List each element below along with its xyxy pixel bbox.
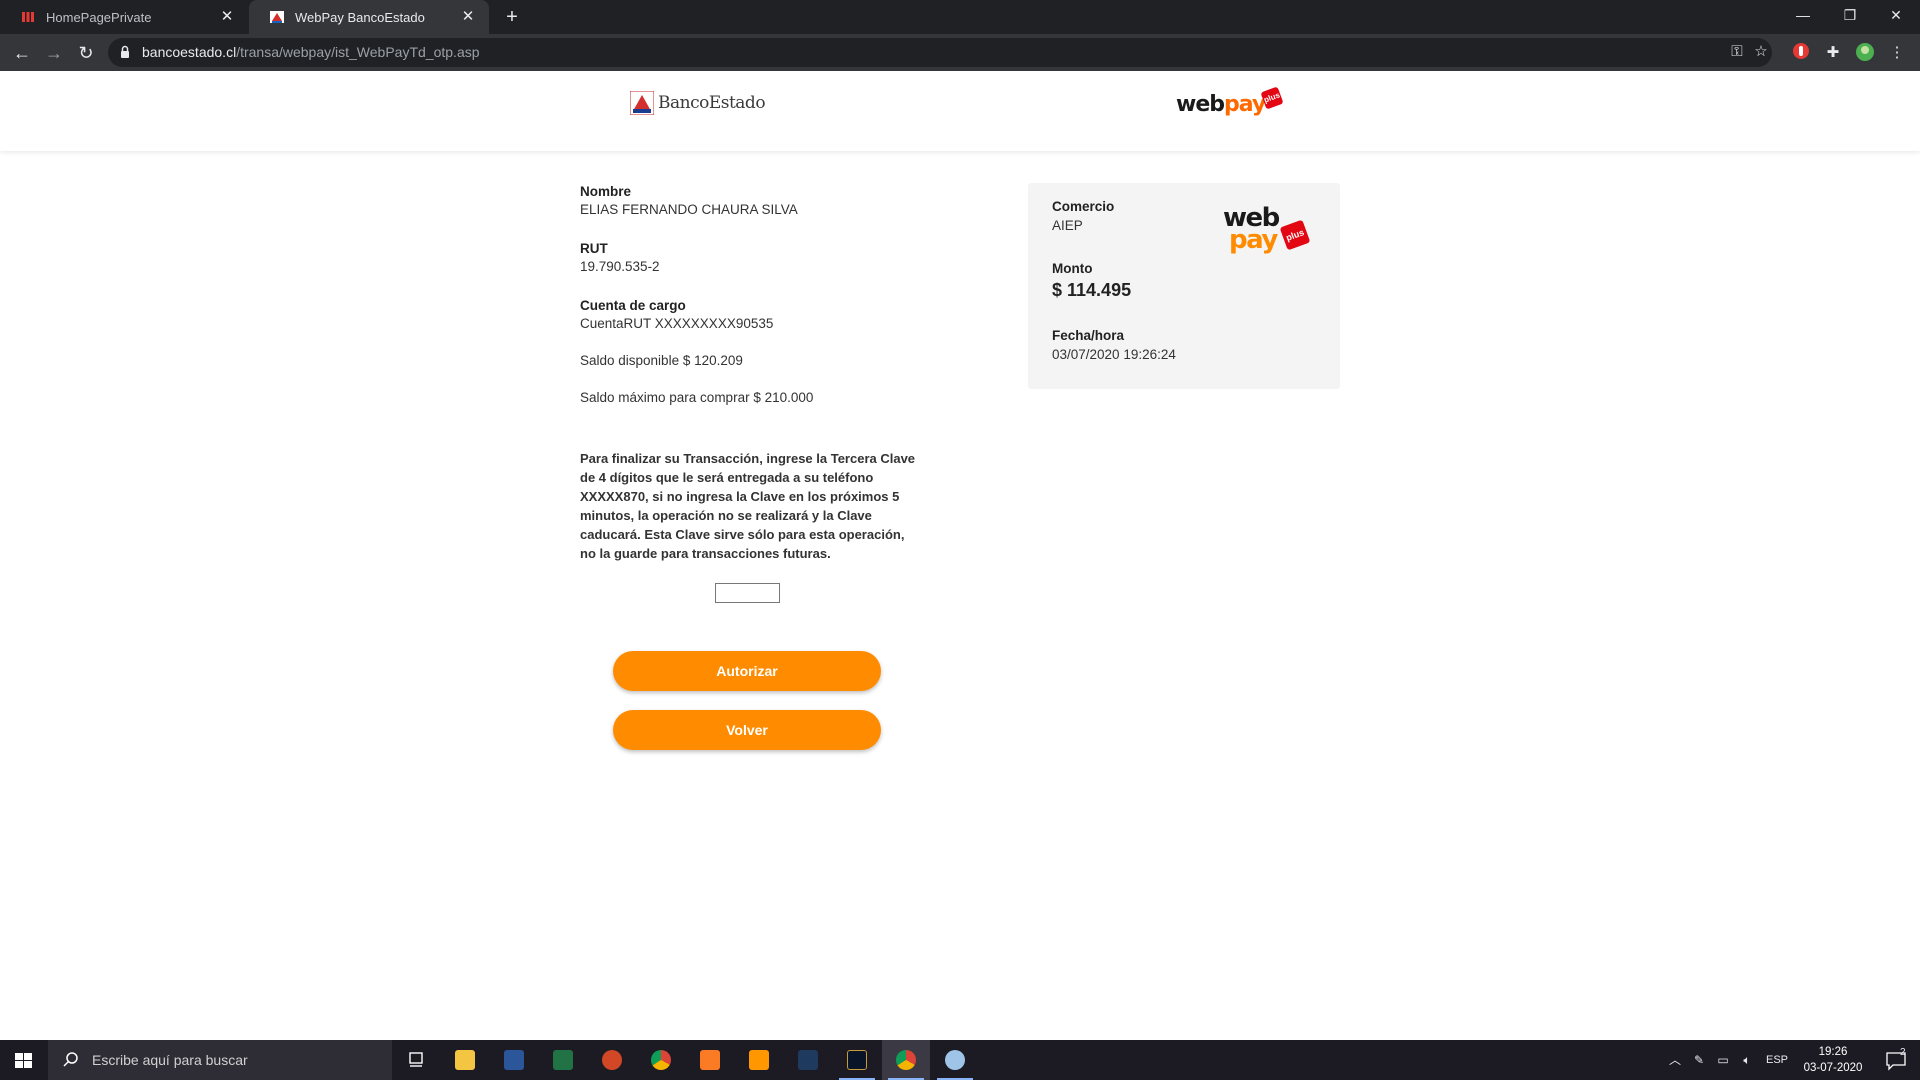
reload-button[interactable]: ↻ — [72, 39, 100, 67]
windows-logo-icon — [15, 1053, 32, 1068]
task-view-icon — [409, 1052, 423, 1067]
file-explorer-app[interactable] — [441, 1040, 489, 1080]
extension-red-icon[interactable] — [1790, 42, 1812, 64]
rut-value: 19.790.535-2 — [580, 259, 660, 274]
notification-count: 2 — [1900, 1047, 1906, 1058]
tab-title: HomePagePrivate — [46, 9, 152, 25]
chrome-app[interactable] — [637, 1040, 685, 1080]
powerpoint-app[interactable] — [588, 1040, 636, 1080]
comercio-label: Comercio — [1052, 199, 1115, 214]
pen-icon[interactable]: ✎ — [1688, 1040, 1710, 1080]
xampp-icon — [700, 1050, 720, 1070]
task-view-button[interactable] — [392, 1040, 440, 1080]
close-window-button[interactable]: ✕ — [1873, 0, 1919, 30]
cuenta-field: Cuenta de cargo CuentaRUT XXXXXXXXX90535 — [580, 298, 930, 331]
bancoestado-favicon-icon — [270, 11, 284, 23]
close-tab-icon[interactable]: ✕ — [459, 8, 477, 26]
word-icon — [504, 1050, 524, 1070]
browser-tab-strip: HomePagePrivate ✕ WebPay BancoEstado ✕ +… — [0, 0, 1920, 34]
chrome-active-app[interactable] — [882, 1040, 930, 1080]
powerpoint-icon — [602, 1050, 622, 1070]
fecha-label: Fecha/hora — [1052, 328, 1125, 343]
terminal-icon — [798, 1050, 818, 1070]
windows-taskbar: Escribe aquí para buscar ︿ ✎ ▭ 🔈︎ ESP 19… — [0, 1040, 1920, 1080]
browser-toolbar: ← → ↻ bancoestado.cl/transa/webpay/ist_W… — [0, 34, 1920, 71]
rut-field: RUT 19.790.535-2 — [580, 241, 930, 274]
monto-label: Monto — [1052, 261, 1093, 276]
transaction-summary: Comercio AIEP Monto $ 114.495 Fecha/hora… — [1028, 183, 1340, 389]
league-app[interactable] — [833, 1040, 881, 1080]
sublime-app[interactable] — [735, 1040, 783, 1080]
paint-app[interactable] — [931, 1040, 979, 1080]
volume-icon[interactable]: 🔈︎ — [1736, 1040, 1758, 1080]
xampp-app[interactable] — [686, 1040, 734, 1080]
bookmark-star-icon[interactable]: ☆ — [1750, 41, 1772, 63]
otp-code-input[interactable] — [715, 583, 780, 603]
back-button[interactable]: ← — [8, 39, 36, 67]
language-indicator[interactable]: ESP — [1762, 1040, 1792, 1080]
autorizar-button[interactable]: Autorizar — [613, 651, 881, 691]
clock-date: 03-07-2020 — [1803, 1062, 1863, 1074]
show-hidden-icons-button[interactable]: ︿ — [1665, 1040, 1685, 1080]
terminal-app[interactable] — [784, 1040, 832, 1080]
homepage-favicon-icon — [22, 12, 34, 22]
taskbar-clock[interactable]: 19:26 03-07-2020 — [1794, 1044, 1872, 1076]
bancoestado-logo-text: BancoEstado — [658, 93, 766, 113]
search-placeholder: Escribe aquí para buscar — [92, 1052, 248, 1068]
folder-icon — [455, 1050, 475, 1070]
webpay-plus-logo-header: web pay plus — [1176, 86, 1284, 117]
minimize-window-button[interactable]: — — [1780, 0, 1826, 30]
url-text: bancoestado.cl/transa/webpay/ist_WebPayT… — [142, 44, 480, 60]
key-icon[interactable]: ⚿ — [1726, 41, 1748, 63]
plus-badge: plus — [1279, 219, 1311, 251]
start-button[interactable] — [0, 1040, 48, 1080]
volver-button[interactable]: Volver — [613, 710, 881, 750]
extensions-puzzle-icon[interactable]: ✚ — [1822, 42, 1844, 64]
nombre-value: ELIAS FERNANDO CHAURA SILVA — [580, 202, 798, 217]
browser-menu-icon[interactable]: ⋮ — [1886, 42, 1908, 64]
tab-title: WebPay BancoEstado — [295, 9, 425, 25]
address-bar[interactable]: bancoestado.cl/transa/webpay/ist_WebPayT… — [108, 38, 1772, 67]
bancoestado-mark-icon — [630, 91, 654, 115]
fecha-value: 03/07/2020 19:26:24 — [1052, 347, 1176, 362]
network-icon[interactable]: ▭ — [1712, 1040, 1734, 1080]
customer-details: Nombre ELIAS FERNANDO CHAURA SILVA RUT 1… — [580, 184, 930, 405]
forward-button[interactable]: → — [40, 39, 68, 67]
profile-avatar[interactable] — [1854, 42, 1876, 64]
excel-icon — [553, 1050, 573, 1070]
lock-icon — [121, 45, 129, 58]
saldo-disponible: Saldo disponible $ 120.209 — [580, 353, 743, 368]
paint-icon — [945, 1050, 965, 1070]
taskbar-search-box[interactable]: Escribe aquí para buscar — [48, 1040, 392, 1080]
clock-time: 19:26 — [1818, 1046, 1848, 1058]
new-tab-button[interactable]: + — [499, 5, 525, 29]
webpay-plus-logo-card: web pay plus — [1223, 205, 1315, 257]
tab-webpay-bancoestado[interactable]: WebPay BancoEstado ✕ — [249, 0, 489, 34]
saldo-maximo: Saldo máximo para comprar $ 210.000 — [580, 390, 814, 405]
chrome-icon — [651, 1050, 671, 1070]
sublime-icon — [749, 1050, 769, 1070]
search-icon — [63, 1052, 78, 1067]
nombre-field: Nombre ELIAS FERNANDO CHAURA SILVA — [580, 184, 930, 217]
otp-instructions: Para finalizar su Transacción, ingrese l… — [580, 451, 916, 561]
site-header: BancoEstado web pay plus — [0, 71, 1920, 151]
league-icon — [847, 1050, 867, 1070]
close-tab-icon[interactable]: ✕ — [218, 8, 236, 26]
chrome-icon — [896, 1050, 916, 1070]
comercio-value: AIEP — [1052, 218, 1083, 233]
notifications-button[interactable]: 2 — [1876, 1040, 1916, 1080]
excel-app[interactable] — [539, 1040, 587, 1080]
tab-homepageprivate[interactable]: HomePagePrivate ✕ — [0, 0, 248, 34]
word-app[interactable] — [490, 1040, 538, 1080]
restore-window-button[interactable]: ❐ — [1827, 0, 1873, 30]
bancoestado-logo: BancoEstado — [630, 91, 766, 115]
cuenta-value: CuentaRUT XXXXXXXXX90535 — [580, 316, 774, 331]
webpay-page: BancoEstado web pay plus Nombre ELIAS FER… — [0, 71, 1920, 1040]
monto-value: $ 114.495 — [1052, 280, 1132, 300]
